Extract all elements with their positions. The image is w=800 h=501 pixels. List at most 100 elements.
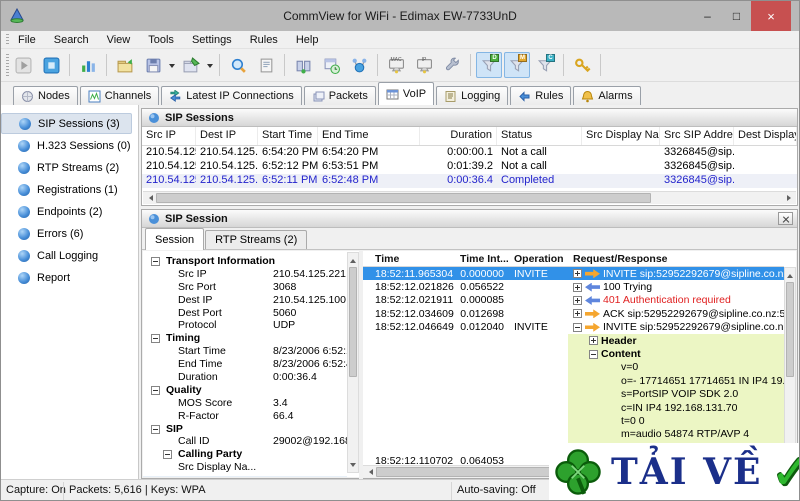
col-start-time[interactable]: Start Time [258, 127, 318, 145]
tree-item[interactable]: Dest IP 210.54.125.100 [143, 294, 347, 307]
tab-channels[interactable]: Channels [79, 86, 160, 105]
start-capture-button[interactable] [10, 52, 36, 78]
col-dest-ip[interactable]: Dest IP [196, 127, 258, 145]
expand-icon[interactable] [573, 282, 582, 292]
tree-item[interactable]: Src Display Na... [143, 461, 347, 474]
col-time-interval[interactable]: Time Int... [458, 251, 508, 266]
open-logs-button[interactable] [112, 52, 138, 78]
scroll-right-button[interactable] [784, 193, 796, 203]
tab-latest-ip-connections[interactable]: Latest IP Connections [161, 86, 302, 105]
collapse-icon[interactable] [589, 349, 598, 359]
management-packet-filter-button[interactable]: M [504, 52, 530, 78]
menu-view[interactable]: View [98, 34, 140, 46]
tree-item[interactable]: Start Time8/23/2006 6:52:1... [143, 345, 347, 358]
toolbar-grip[interactable] [6, 53, 9, 77]
menu-file[interactable]: File [9, 34, 45, 46]
session-row-selected[interactable]: 210.54.125.221210.54.125.1006:52:11 PM6:… [142, 174, 797, 188]
scroll-down-button[interactable] [348, 461, 358, 471]
expand-icon[interactable] [573, 309, 582, 319]
message-row[interactable]: 18:52:12.021826 0.056522 100 Trying [363, 280, 784, 293]
col-src-display[interactable]: Src Display Na... [582, 127, 660, 145]
message-row[interactable]: 18:52:12.046649 0.012040 INVITE INVITE sip:… [363, 321, 784, 334]
collapse-icon[interactable] [151, 334, 160, 344]
collapse-icon[interactable] [151, 424, 160, 434]
message-row[interactable]: 18:52:12.021911 0.000085 401 Authenticatio… [363, 294, 784, 307]
message-row[interactable]: Header [363, 333, 784, 348]
sidebar-item-endpoints[interactable]: Endpoints (2) [1, 201, 132, 222]
tree-item[interactable]: Call ID29002@192.168.... [143, 435, 347, 448]
col-end-time[interactable]: End Time [318, 127, 420, 145]
tab-rtp-streams[interactable]: RTP Streams (2) [205, 230, 308, 249]
collapse-icon[interactable] [151, 385, 160, 395]
expand-icon[interactable] [589, 336, 598, 346]
tree-item[interactable]: Duration 0:00:36.4 [143, 371, 347, 384]
scroll-up-button[interactable] [785, 269, 795, 279]
collapse-icon[interactable] [151, 257, 160, 266]
minimize-button[interactable]: – [693, 1, 722, 31]
sidebar-item-call-logging[interactable]: Call Logging [1, 245, 132, 266]
menu-help[interactable]: Help [287, 34, 328, 46]
menu-rules[interactable]: Rules [241, 34, 287, 46]
wep-keys-button[interactable] [569, 52, 595, 78]
menu-settings[interactable]: Settings [183, 34, 241, 46]
tree-horizontal-scrollbar[interactable] [143, 476, 347, 477]
expand-icon[interactable] [573, 269, 582, 279]
clear-button[interactable] [178, 52, 204, 78]
save-button[interactable] [140, 52, 166, 78]
menu-search[interactable]: Search [45, 34, 98, 46]
scheduler-button[interactable] [318, 52, 344, 78]
tree-item[interactable]: Src IP 210.54.125.221 [143, 268, 347, 281]
session-row[interactable]: 210.54.125.221210.54.125.1006:52:12 PM6:… [142, 160, 797, 174]
tree-group[interactable]: Calling Party [143, 448, 347, 461]
col-duration[interactable]: Duration [420, 127, 497, 145]
sidebar-item-report[interactable]: Report [1, 267, 132, 288]
tab-logging[interactable]: Logging [436, 86, 509, 105]
scroll-left-button[interactable] [363, 467, 375, 477]
message-vertical-scrollbar[interactable] [784, 267, 796, 469]
sessions-horizontal-scrollbar[interactable] [143, 191, 796, 204]
stop-capture-button[interactable] [38, 52, 64, 78]
tab-packets[interactable]: Packets [303, 86, 376, 105]
col-status[interactable]: Status [497, 127, 582, 145]
control-packet-filter-button[interactable]: C [532, 52, 558, 78]
log-viewer-button[interactable] [253, 52, 279, 78]
col-time[interactable]: Time [363, 251, 458, 266]
tree-item[interactable]: Protocol UDP [143, 319, 347, 332]
collapse-icon[interactable] [573, 322, 582, 332]
ip-aliases-button[interactable]: IP [411, 52, 437, 78]
clear-dropdown[interactable] [205, 52, 215, 78]
scroll-left-button[interactable] [143, 193, 155, 203]
data-packet-filter-button[interactable]: D [476, 52, 502, 78]
scroll-thumb[interactable] [156, 193, 651, 203]
options-button[interactable] [439, 52, 465, 78]
find-button[interactable] [225, 52, 251, 78]
maximize-button[interactable]: □ [722, 1, 751, 31]
tree-group[interactable]: Timing [143, 332, 347, 345]
tree-vertical-scrollbar[interactable] [347, 252, 359, 473]
col-dest-display[interactable]: Dest Display [734, 127, 797, 145]
expand-icon[interactable] [573, 295, 582, 305]
col-src-sip-address[interactable]: Src SIP Address [660, 127, 734, 145]
tree-group[interactable]: Quality [143, 384, 347, 397]
statistics-button[interactable] [75, 52, 101, 78]
tab-rules[interactable]: Rules [510, 86, 572, 105]
tree-item[interactable]: Dest Port 5060 [143, 307, 347, 320]
scroll-thumb[interactable] [786, 282, 794, 377]
collapse-icon[interactable] [163, 450, 172, 460]
tree-item[interactable]: MOS Score 3.4 [143, 397, 347, 410]
message-row-selected[interactable]: 18:52:11.965304 0.000000 INVITE INVITE sip:… [363, 267, 784, 281]
sidebar-item-errors[interactable]: Errors (6) [1, 223, 132, 244]
sidebar-item-h323-sessions[interactable]: H.323 Sessions (0) [1, 135, 132, 156]
session-row[interactable]: 210.54.125.221210.54.125.1006:54:20 PM6:… [142, 146, 797, 160]
save-dropdown[interactable] [167, 52, 177, 78]
tree-group[interactable]: Transport Information [143, 255, 347, 268]
tab-voip[interactable]: VoIP [377, 82, 435, 105]
tab-alarms[interactable]: Alarms [573, 86, 641, 105]
scroll-thumb[interactable] [349, 267, 357, 377]
tree-group[interactable]: SIP [143, 423, 347, 436]
sidebar-item-sip-sessions[interactable]: SIP Sessions (3) [1, 113, 132, 134]
col-request-response[interactable]: Request/Response [568, 251, 784, 266]
tree-item[interactable]: End Time8/23/2006 6:52:4... [143, 358, 347, 371]
scroll-up-button[interactable] [348, 254, 358, 264]
tab-session[interactable]: Session [145, 228, 205, 250]
